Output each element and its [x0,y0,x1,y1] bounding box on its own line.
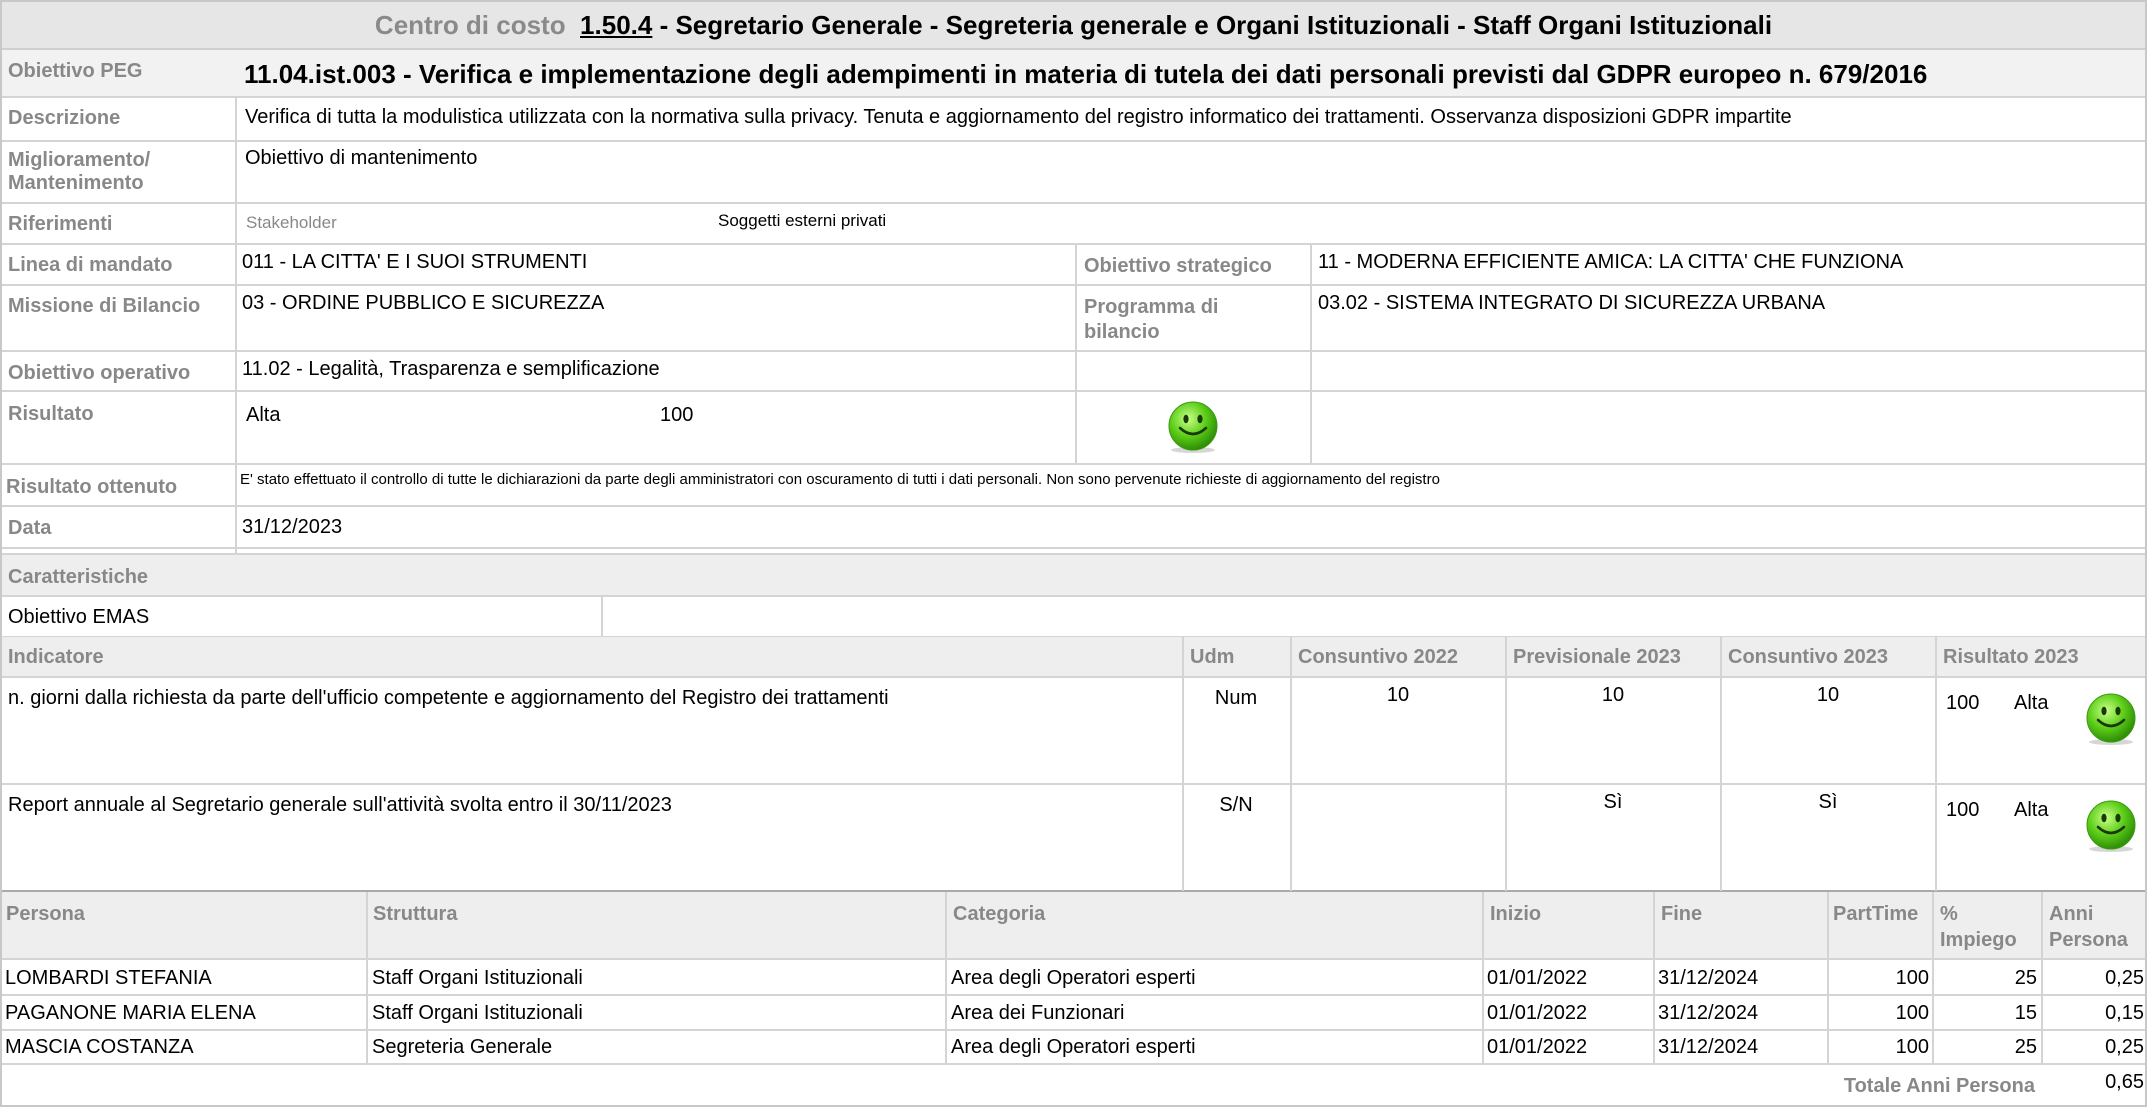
outer-frame [0,0,2147,1107]
